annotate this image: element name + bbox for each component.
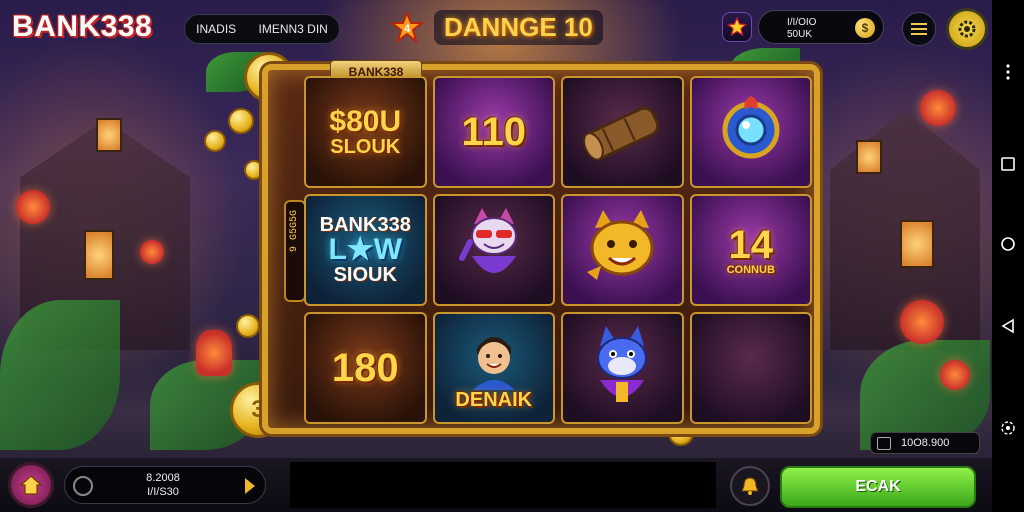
game-title-banner: 4 DANNGE 10 xyxy=(390,6,603,48)
reel-symbol xyxy=(561,194,684,306)
message-area xyxy=(290,462,716,508)
home-icon xyxy=(20,475,42,495)
win-display: 10O8.900 xyxy=(870,432,980,454)
balance-line-1: I/I/OIO xyxy=(787,17,817,28)
house-window xyxy=(96,118,122,152)
win-value: 10O8.900 xyxy=(901,437,950,449)
golden-fox-symbol-icon xyxy=(587,210,654,280)
svg-text:4: 4 xyxy=(404,23,411,35)
reel-symbol xyxy=(561,312,684,424)
accessibility-icon[interactable] xyxy=(1000,420,1016,436)
nav-item-left[interactable]: INADIS xyxy=(196,22,236,36)
star-icon xyxy=(727,17,747,37)
reel-grid: $80U SLOUK 110 BANK338 L★W SIOUK 14 CONN… xyxy=(304,76,812,424)
cat-jester-symbol-icon xyxy=(458,208,517,273)
wallet-icon xyxy=(877,437,891,450)
reel-symbol: 110 xyxy=(432,76,555,188)
bet-line-1: 8.2008 xyxy=(146,472,180,484)
nav-item-right[interactable]: IMENN3 DIN xyxy=(258,22,327,36)
symbol-text: 180 xyxy=(331,346,399,390)
jungle-leaf xyxy=(0,300,120,450)
reel-symbol: BANK338 L★W SIOUK xyxy=(304,194,427,306)
bell-icon xyxy=(741,477,759,495)
coin-icon: $ xyxy=(855,18,875,38)
menu-button[interactable] xyxy=(902,12,936,46)
blue-cat-symbol-icon xyxy=(597,326,648,402)
reel-symbol: DENAIK xyxy=(432,312,555,424)
flower xyxy=(940,360,970,390)
autoplay-button[interactable] xyxy=(730,466,770,506)
reel-symbol: 180 xyxy=(304,312,427,424)
reel-symbol xyxy=(432,194,555,306)
coin-icon xyxy=(204,130,226,152)
reel-symbol: $80U SLOUK xyxy=(304,76,427,188)
spin-button[interactable]: ECAK xyxy=(780,466,976,508)
settings-button[interactable] xyxy=(946,8,988,50)
symbol-text: CONNUB xyxy=(726,263,775,276)
symbol-text: $80U xyxy=(329,105,402,138)
symbol-text: 110 xyxy=(461,110,527,154)
bet-line-2: I/I/S30 xyxy=(147,486,179,498)
symbol-text: BANK338 xyxy=(319,214,411,236)
bet-circle-icon xyxy=(73,476,93,496)
symbol-text: SLOUK xyxy=(330,136,401,158)
flower xyxy=(16,190,50,224)
favorite-star-button[interactable] xyxy=(722,12,752,42)
symbol-text: 14 xyxy=(728,222,774,267)
top-nav-pill[interactable]: INADIS IMENN3 DIN xyxy=(184,14,340,44)
flower xyxy=(900,300,944,344)
system-nav-bar xyxy=(992,0,1024,512)
reel-symbol xyxy=(689,76,812,188)
home-button[interactable] xyxy=(8,462,54,508)
flower xyxy=(920,90,956,126)
recent-apps-icon[interactable] xyxy=(1000,156,1016,172)
boy-character-icon xyxy=(472,337,515,390)
back-icon[interactable] xyxy=(1000,318,1016,334)
flame-flower xyxy=(196,330,232,376)
brand-logo: BANK338 xyxy=(12,10,153,43)
log-symbol-icon xyxy=(583,106,660,161)
symbol-text: L★W xyxy=(328,233,403,266)
gear-icon xyxy=(958,20,976,38)
reel-side-label: 9 G5G5G xyxy=(284,200,306,302)
flower xyxy=(140,240,164,264)
balance-display: I/I/OIO 50UK $ xyxy=(758,10,884,44)
hamburger-icon xyxy=(911,23,927,35)
bet-selector[interactable]: 8.2008 I/I/S30 xyxy=(64,466,266,504)
home-circle-icon[interactable] xyxy=(1000,236,1016,252)
gem-symbol-icon xyxy=(722,96,780,159)
game-stage: $ 3 3 BANK338 INADIS IMENN3 DIN 4 DANNGE… xyxy=(0,0,992,512)
symbol-text: SIOUK xyxy=(333,264,397,286)
reel-symbol-empty xyxy=(689,312,812,424)
game-title: DANNGE 10 xyxy=(434,9,603,45)
play-arrow-icon[interactable] xyxy=(245,478,255,494)
balance-line-2: 50UK xyxy=(787,29,813,40)
house-window xyxy=(84,230,114,280)
house-window xyxy=(856,140,882,174)
house-window xyxy=(900,220,934,268)
more-icon[interactable] xyxy=(1000,64,1016,80)
symbol-text: DENAIK xyxy=(455,389,533,411)
coin-icon xyxy=(228,108,254,134)
coin-icon xyxy=(244,160,264,180)
game-logo-icon: 4 xyxy=(390,10,424,44)
reel-symbol xyxy=(561,76,684,188)
reel-symbol: 14 CONNUB xyxy=(689,194,812,306)
coin-icon xyxy=(236,314,260,338)
